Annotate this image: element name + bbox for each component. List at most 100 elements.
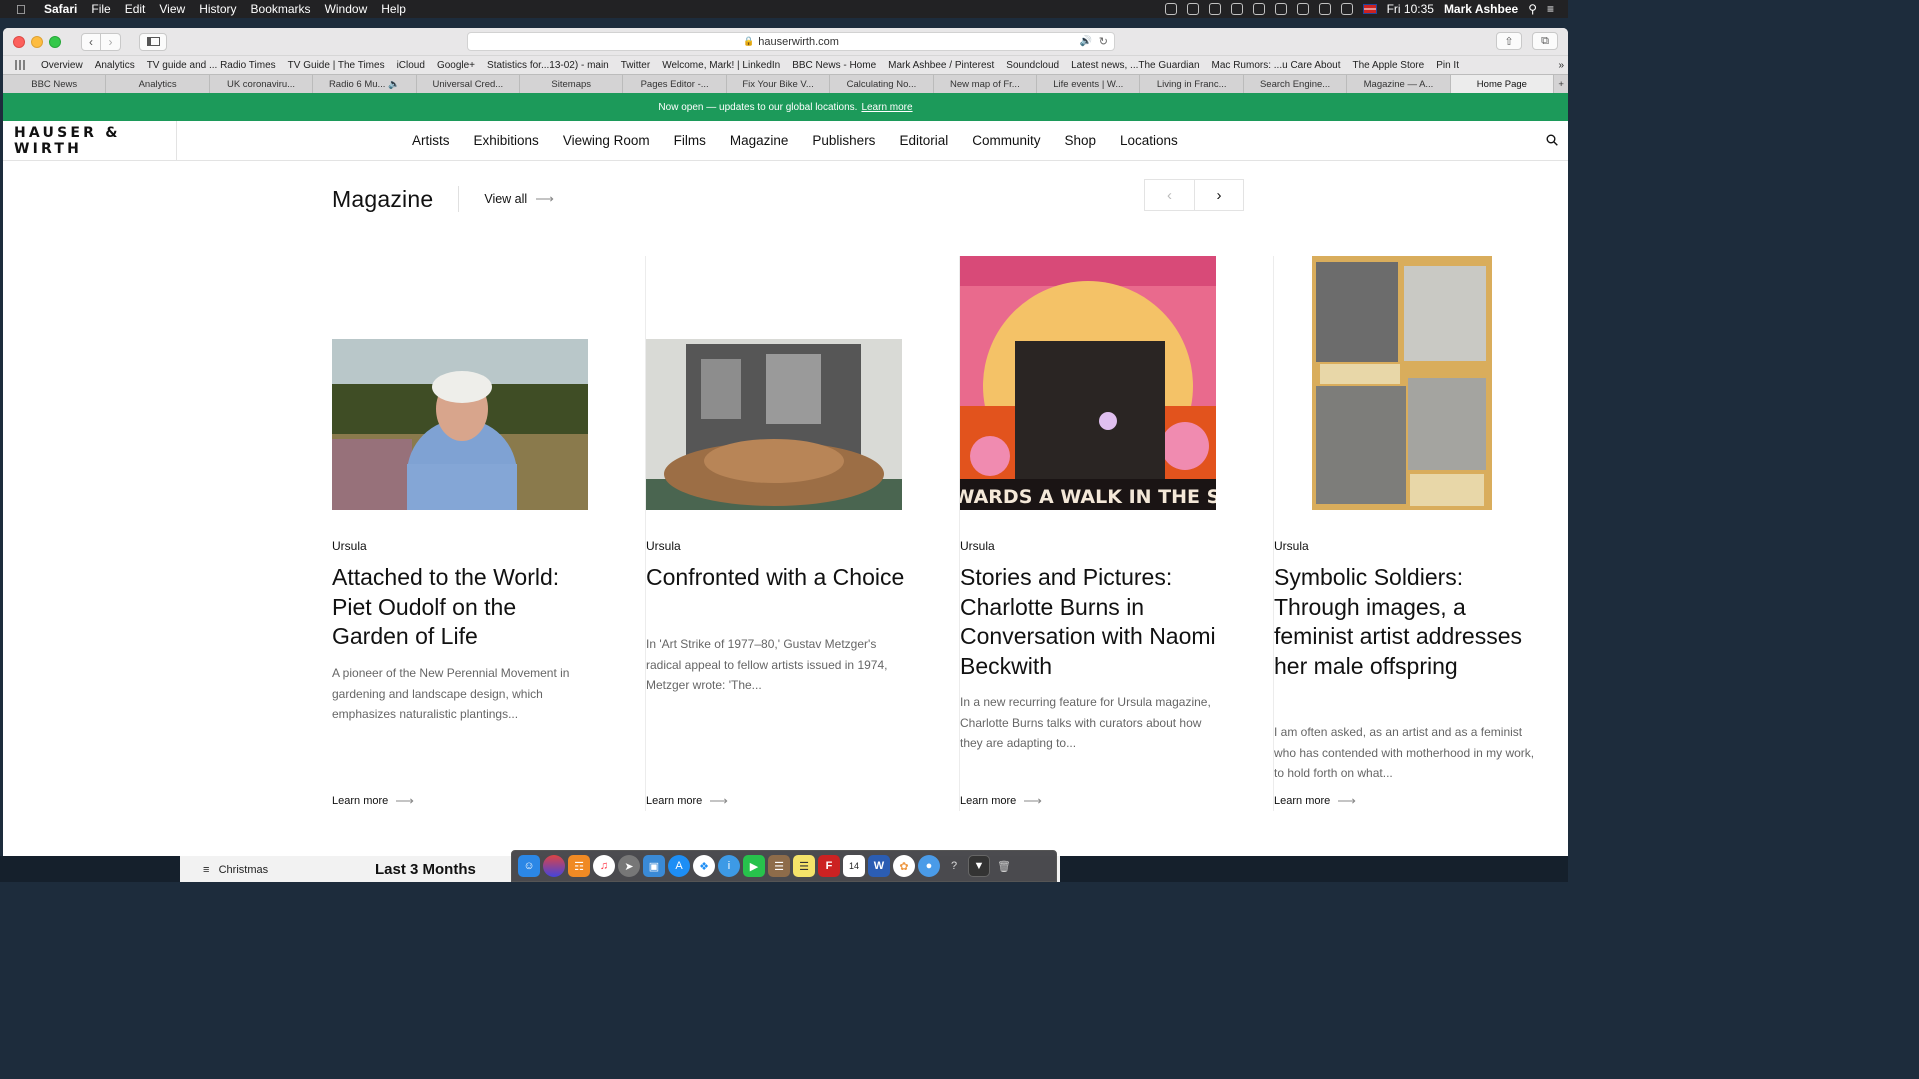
- nav-artists[interactable]: Artists: [412, 133, 450, 148]
- menu-history[interactable]: History: [199, 2, 236, 16]
- article-card[interactable]: Ursula Symbolic Soldiers: Through images…: [1274, 256, 1564, 811]
- nav-publishers[interactable]: Publishers: [812, 133, 875, 148]
- article-title[interactable]: Confronted with a Choice: [646, 563, 906, 593]
- browser-tab[interactable]: Calculating No...: [830, 75, 934, 93]
- menubar-clock[interactable]: Fri 10:35: [1387, 2, 1434, 16]
- favorite-link[interactable]: Google+: [437, 60, 475, 71]
- article-card[interactable]: Ursula Attached to the World: Piet Oudol…: [332, 256, 646, 811]
- learn-more-link[interactable]: Learn more ⟶: [646, 793, 728, 809]
- menubar-user[interactable]: Mark Ashbee: [1444, 2, 1518, 16]
- bluetooth-icon[interactable]: [1274, 3, 1287, 15]
- browser-tab[interactable]: New map of Fr...: [934, 75, 1038, 93]
- favorite-link[interactable]: TV guide and ... Radio Times: [147, 60, 276, 71]
- favorite-link[interactable]: TV Guide | The Times: [288, 60, 385, 71]
- favorite-link[interactable]: Overview: [41, 60, 83, 71]
- nav-community[interactable]: Community: [972, 133, 1040, 148]
- browser-tab-active[interactable]: Home Page: [1450, 75, 1555, 93]
- status-lock-icon[interactable]: [1230, 3, 1243, 15]
- tab-audio-icon[interactable]: 🔈: [385, 79, 400, 90]
- favorite-link[interactable]: Statistics for...13-02) - main: [487, 60, 609, 71]
- address-bar[interactable]: 🔒 hauserwirth.com 🔊 ↻: [467, 32, 1115, 51]
- nav-exhibitions[interactable]: Exhibitions: [474, 133, 539, 148]
- nav-magazine[interactable]: Magazine: [730, 133, 789, 148]
- browser-tab[interactable]: Universal Cred...: [417, 75, 521, 93]
- show-all-tabs-button[interactable]: ⧉: [1532, 32, 1558, 50]
- trash-icon[interactable]: 🗑: [993, 855, 1015, 877]
- favorite-link[interactable]: Analytics: [95, 60, 135, 71]
- browser-tab[interactable]: Analytics: [106, 75, 210, 93]
- spotlight-search-icon[interactable]: ⚲: [1528, 2, 1537, 16]
- notebook-icon[interactable]: ☰: [768, 855, 790, 877]
- top-sites-grid-icon[interactable]: [15, 60, 27, 70]
- browser-tab[interactable]: Pages Editor -...: [623, 75, 727, 93]
- learn-more-link[interactable]: Learn more ⟶: [960, 793, 1042, 809]
- browser-tab[interactable]: Fix Your Bike V...: [727, 75, 831, 93]
- article-title[interactable]: Stories and Pictures: Charlotte Burns in…: [960, 563, 1220, 681]
- menu-file[interactable]: File: [91, 2, 110, 16]
- menu-bookmarks[interactable]: Bookmarks: [251, 2, 311, 16]
- time-machine-icon[interactable]: [1252, 3, 1265, 15]
- audio-playing-icon[interactable]: 🔊: [1080, 36, 1092, 47]
- new-tab-button[interactable]: +: [1554, 75, 1568, 93]
- back-button[interactable]: ‹: [81, 32, 101, 51]
- wifi-icon[interactable]: [1296, 3, 1309, 15]
- nav-viewing-room[interactable]: Viewing Room: [563, 133, 650, 148]
- music-icon[interactable]: ♫: [593, 855, 615, 877]
- siri-icon[interactable]: [543, 855, 565, 877]
- nav-shop[interactable]: Shop: [1064, 133, 1096, 148]
- minimize-window-button[interactable]: [31, 35, 43, 48]
- safari-icon[interactable]: ❖: [693, 855, 715, 877]
- app-store-icon[interactable]: A: [668, 855, 690, 877]
- favorite-link[interactable]: Twitter: [621, 60, 650, 71]
- background-sidebar-item[interactable]: ≡ Christmas: [203, 864, 268, 876]
- article-image-collage[interactable]: [1312, 256, 1492, 510]
- article-card[interactable]: TOWARDS A WALK IN THE SUN Ursula Stories…: [960, 256, 1274, 811]
- airplay-icon[interactable]: [1318, 3, 1331, 15]
- learn-more-link[interactable]: Learn more ⟶: [332, 793, 414, 809]
- sidebar-toggle-button[interactable]: [139, 32, 167, 51]
- favorite-link[interactable]: Welcome, Mark! | LinkedIn: [662, 60, 780, 71]
- nav-films[interactable]: Films: [674, 133, 706, 148]
- reload-icon[interactable]: ↻: [1099, 35, 1108, 48]
- apple-menu-icon[interactable]: : [16, 2, 30, 17]
- finder-icon[interactable]: ☺: [518, 855, 540, 877]
- status-db-icon[interactable]: [1208, 3, 1221, 15]
- favorites-overflow-icon[interactable]: »: [1558, 60, 1564, 71]
- browser-tab[interactable]: Radio 6 Mu... 🔈: [313, 75, 417, 93]
- word-icon[interactable]: W: [868, 855, 890, 877]
- browser-tab[interactable]: Sitemaps: [520, 75, 624, 93]
- status-cloud-icon[interactable]: [1186, 3, 1199, 15]
- nav-locations[interactable]: Locations: [1120, 133, 1178, 148]
- launchpad-icon[interactable]: ➤: [618, 855, 640, 877]
- browser-tab[interactable]: Magazine — A...: [1347, 75, 1451, 93]
- help-icon[interactable]: ?: [943, 855, 965, 877]
- close-window-button[interactable]: [13, 35, 25, 48]
- photos-icon[interactable]: ✿: [893, 855, 915, 877]
- article-card[interactable]: Ursula Confronted with a Choice In 'Art …: [646, 256, 960, 811]
- uk-flag-input-icon[interactable]: [1362, 4, 1377, 14]
- article-image-gardener[interactable]: [332, 339, 588, 510]
- article-image-brick-installation[interactable]: [646, 339, 902, 510]
- browser-tab[interactable]: UK coronaviru...: [210, 75, 314, 93]
- favorite-link[interactable]: iCloud: [397, 60, 425, 71]
- favorite-link[interactable]: Soundcloud: [1006, 60, 1059, 71]
- carousel-prev-button[interactable]: ‹: [1144, 179, 1194, 211]
- search-icon[interactable]: [1546, 134, 1558, 146]
- facetime-icon[interactable]: ▶: [743, 855, 765, 877]
- calendar-icon[interactable]: 14: [843, 855, 865, 877]
- preview-icon[interactable]: ▣: [643, 855, 665, 877]
- favorite-link[interactable]: BBC News - Home: [792, 60, 876, 71]
- carousel-next-button[interactable]: ›: [1194, 179, 1244, 211]
- menu-window[interactable]: Window: [325, 2, 368, 16]
- menu-edit[interactable]: Edit: [125, 2, 146, 16]
- nav-editorial[interactable]: Editorial: [899, 133, 948, 148]
- info-icon[interactable]: i: [718, 855, 740, 877]
- article-image-protest-poster[interactable]: TOWARDS A WALK IN THE SUN: [960, 256, 1216, 510]
- favorite-link[interactable]: Mark Ashbee / Pinterest: [888, 60, 994, 71]
- filezilla-icon[interactable]: F: [818, 855, 840, 877]
- article-title[interactable]: Attached to the World: Piet Oudolf on th…: [332, 563, 592, 652]
- zoom-window-button[interactable]: [49, 35, 61, 48]
- browser-tab[interactable]: Search Engine...: [1244, 75, 1348, 93]
- browser-tab[interactable]: Life events | W...: [1037, 75, 1141, 93]
- menu-safari[interactable]: Safari: [44, 2, 77, 16]
